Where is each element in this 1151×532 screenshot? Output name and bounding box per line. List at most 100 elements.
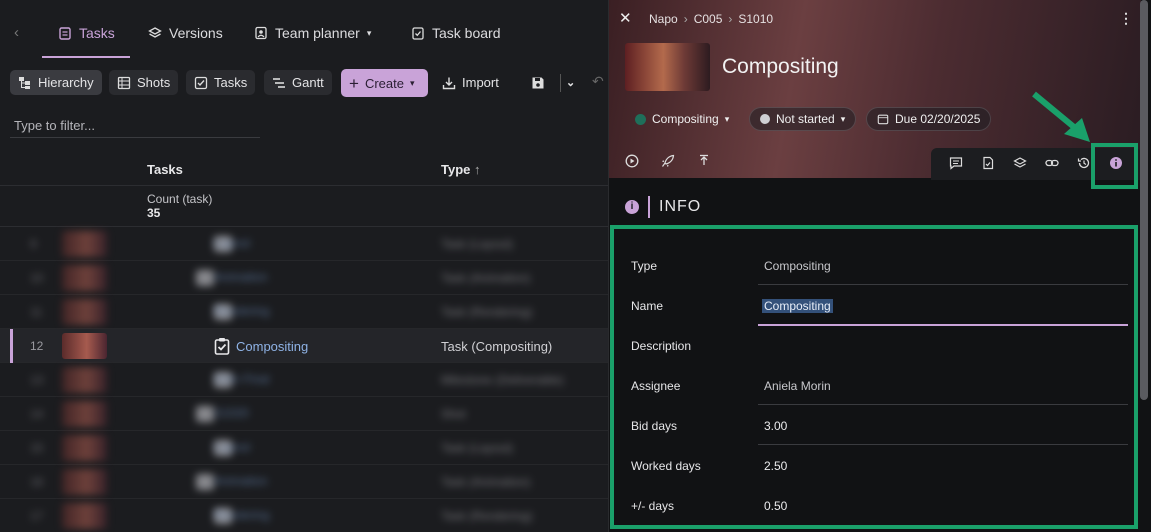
row-task-link[interactable]: S1020 — [214, 406, 249, 420]
hierarchy-label: Hierarchy — [38, 75, 94, 90]
row-task-link[interactable]: Rendering — [214, 508, 269, 522]
tab-team-planner[interactable]: Team planner ▾ — [254, 25, 371, 41]
column-header-type[interactable]: Type ↑ — [441, 162, 481, 177]
breadcrumb-sequence[interactable]: C005 — [694, 12, 723, 26]
status-dot-icon — [760, 114, 770, 124]
save-options-dropdown[interactable]: ⌄ — [562, 70, 579, 95]
upload-icon[interactable] — [697, 154, 711, 168]
row-number: 10 — [30, 271, 44, 285]
row-thumbnail — [62, 231, 107, 257]
status-label: Not started — [776, 112, 835, 126]
row-task-link[interactable]: Rendering — [214, 304, 269, 318]
filter-input[interactable]: Type to filter... — [10, 112, 260, 138]
row-type: Milestone (Deliverable) — [441, 373, 564, 387]
row-thumbnail — [62, 469, 107, 495]
row-task-link[interactable]: Animation — [214, 270, 267, 284]
checkbox-icon — [194, 76, 208, 89]
status-pill[interactable]: Not started ▾ — [749, 107, 857, 131]
table-row[interactable]: 17 Rendering Task (Rendering) — [0, 499, 610, 532]
chevron-left-icon[interactable]: ‹ — [14, 24, 19, 41]
links-tab[interactable] — [1045, 156, 1061, 172]
task-list-pane: ‹ Tasks Versions Team planner ▾ Task boa… — [0, 0, 610, 532]
shots-label: Shots — [137, 75, 171, 90]
task-type-pill[interactable]: Compositing ▾ — [625, 107, 739, 131]
hierarchy-icon — [19, 76, 30, 89]
row-type-icon — [196, 474, 214, 490]
due-date-label: Due 02/20/2025 — [895, 112, 981, 126]
tasks-view-button[interactable]: Tasks — [186, 70, 256, 95]
undo-icon[interactable]: ↶ — [592, 73, 604, 90]
row-number: 12 — [30, 339, 44, 353]
due-date-pill[interactable]: Due 02/20/2025 — [866, 107, 992, 131]
table-row[interactable]: 15 Layout Task (Layout) — [0, 431, 610, 465]
breadcrumb-shot[interactable]: S1010 — [738, 12, 773, 26]
row-type: Task (Rendering) — [441, 509, 533, 523]
view-toolbar: Hierarchy Shots Tasks Gantt + Create ▾ I… — [0, 68, 610, 98]
import-label: Import — [462, 75, 499, 90]
gantt-button[interactable]: Gantt — [264, 70, 332, 95]
row-type: Task (Layout) — [441, 237, 514, 251]
row-number: 14 — [30, 407, 44, 421]
row-task-link[interactable]: Grim Final — [214, 372, 269, 386]
file-check-icon — [983, 156, 994, 170]
tab-label: Task board — [432, 25, 501, 41]
info-section-header: i INFO — [625, 196, 701, 218]
clipboard-check-icon — [214, 338, 230, 355]
selected-row-indicator — [10, 329, 13, 363]
task-type-label: Compositing — [652, 112, 719, 126]
info-icon: i — [625, 200, 639, 214]
play-icon[interactable] — [625, 154, 639, 168]
row-number: 13 — [30, 373, 44, 387]
hierarchy-button[interactable]: Hierarchy — [10, 70, 102, 95]
rocket-icon[interactable] — [661, 154, 675, 168]
column-header-tasks[interactable]: Tasks — [147, 162, 183, 177]
comments-tab[interactable] — [949, 156, 965, 172]
sort-ascending-icon: ↑ — [474, 162, 481, 177]
row-task-link[interactable]: Animation — [214, 474, 267, 488]
plus-icon: + — [349, 73, 359, 93]
tab-versions[interactable]: Versions — [148, 25, 223, 41]
row-number: 9 — [30, 237, 37, 251]
create-button[interactable]: + Create ▾ — [341, 69, 428, 97]
aggregate-row: Count (task) 35 — [0, 187, 610, 227]
row-task-link[interactable]: Layout — [214, 236, 250, 250]
file-tab[interactable] — [981, 156, 997, 172]
toolbar-divider — [560, 74, 561, 92]
table-row[interactable]: 9 Layout Task (Layout) — [0, 227, 610, 261]
header-actions — [625, 154, 711, 168]
floppy-disk-icon — [532, 77, 544, 88]
gantt-label: Gantt — [292, 75, 324, 90]
row-task-link[interactable]: Layout — [214, 440, 250, 454]
save-button[interactable] — [527, 70, 549, 95]
table-row[interactable]: 14 S1020 Shot — [0, 397, 610, 431]
import-icon — [442, 77, 456, 89]
film-icon — [117, 76, 131, 89]
tab-label: Team planner — [275, 25, 360, 41]
row-type: Task (Compositing) — [441, 339, 553, 354]
gantt-icon — [273, 77, 285, 88]
more-options-icon[interactable]: ⋮ — [1119, 10, 1133, 27]
table-row[interactable]: 12 Compositing Task (Compositing) — [0, 329, 610, 363]
import-button[interactable]: Import — [434, 70, 507, 95]
versions-tab[interactable] — [1013, 156, 1029, 172]
count-value: 35 — [147, 206, 161, 220]
column-header-type-label: Type — [441, 162, 471, 177]
active-tab-indicator — [42, 56, 130, 58]
row-task-link[interactable]: Compositing — [236, 339, 308, 354]
count-label: Count (task) — [147, 192, 213, 206]
row-number: 16 — [30, 475, 44, 489]
row-type-icon — [196, 270, 214, 286]
shots-button[interactable]: Shots — [109, 70, 179, 95]
close-icon[interactable]: ✕ — [619, 9, 632, 27]
table-row[interactable]: 10 Animation Task (Animation) — [0, 261, 610, 295]
row-type: Shot — [441, 407, 466, 421]
table-row[interactable]: 13 Grim Final Milestone (Deliverable) — [0, 363, 610, 397]
table-row[interactable]: 11 Rendering Task (Rendering) — [0, 295, 610, 329]
table-row[interactable]: 16 Animation Task (Animation) — [0, 465, 610, 499]
panel-scrollbar[interactable] — [1140, 0, 1148, 400]
tab-tasks[interactable]: Tasks — [58, 25, 115, 41]
history-icon — [1077, 157, 1090, 169]
person-badge-icon — [255, 26, 267, 40]
breadcrumb-project[interactable]: Napo — [649, 12, 678, 26]
tab-task-board[interactable]: Task board — [411, 25, 500, 41]
